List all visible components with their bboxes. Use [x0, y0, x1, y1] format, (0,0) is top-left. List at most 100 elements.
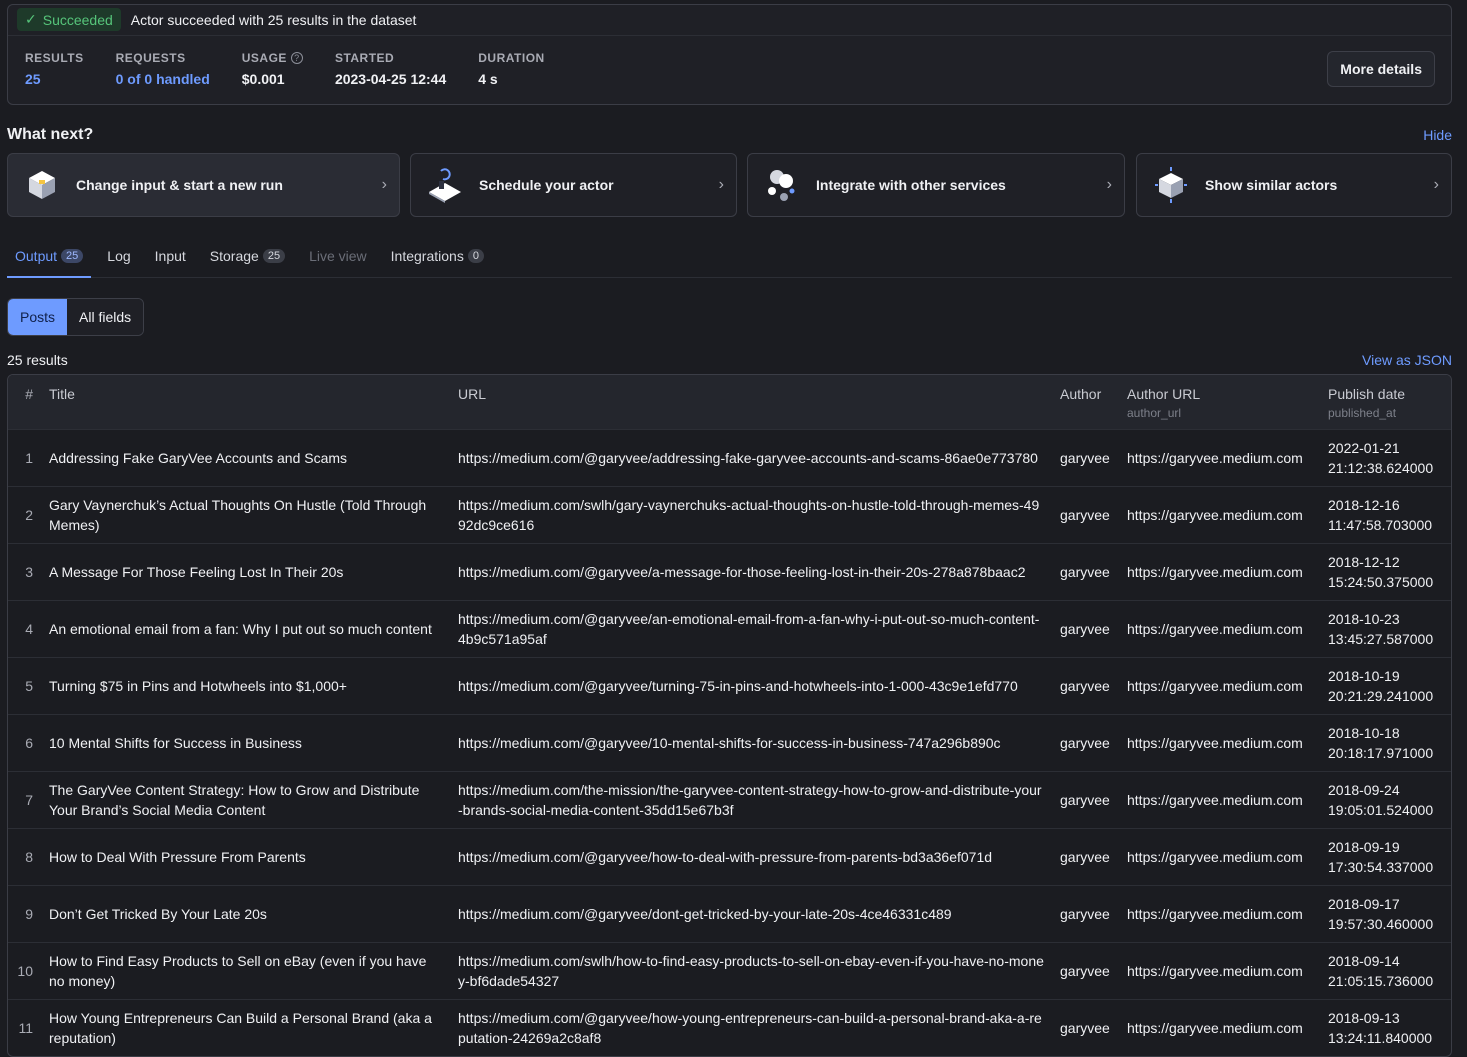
tab-log[interactable]: Log — [99, 238, 138, 278]
publish-date-time: 11:47:58.703000 — [1328, 516, 1433, 533]
publish-date-day: 2018-10-18 — [1328, 724, 1400, 741]
stat-label: USAGE — [241, 51, 287, 65]
chevron-right-icon: › — [381, 176, 387, 193]
tab-label: Output — [15, 248, 58, 264]
table-row[interactable]: 11 How Young Entrepreneurs Can Build a Pe… — [8, 998, 1451, 1056]
card-label: Integrate with other services — [816, 177, 1006, 193]
cell-author: garyvee — [1052, 941, 1119, 999]
stat-started: STARTED 2023-04-25 12:44 — [335, 51, 446, 87]
table-row[interactable]: 9 Don’t Get Tricked By Your Late 20s https… — [8, 884, 1451, 942]
table-row[interactable]: 4 An emotional email from a fan: Why I pu… — [8, 599, 1451, 657]
schedule-icon — [427, 167, 463, 203]
cell-publish-date: 2018-09-14 21:05:15.736000 — [1320, 941, 1451, 999]
row-index: 8 — [8, 827, 41, 885]
run-summary-card: ✓ Succeeded Actor succeeded with 25 resu… — [7, 4, 1452, 105]
cell-title: How to Deal With Pressure From Parents — [41, 827, 450, 885]
table-row[interactable]: 6 10 Mental Shifts for Success in Busines… — [8, 713, 1451, 771]
cell-publish-date: 2018-10-18 20:18:17.971000 — [1320, 713, 1451, 771]
publish-date-day: 2018-09-19 — [1328, 838, 1400, 855]
cell-title: An emotional email from a fan: Why I put… — [41, 599, 450, 657]
status-message: Actor succeeded with 25 results in the d… — [130, 11, 417, 28]
table-row[interactable]: 1 Addressing Fake GaryVee Accounts and Sc… — [8, 428, 1451, 486]
check-icon: ✓ — [25, 11, 37, 27]
status-text: Succeeded — [42, 11, 113, 28]
column-header-author[interactable]: Author — [1052, 375, 1119, 429]
stat-label-usage: USAGE ? — [242, 51, 303, 65]
run-stats: RESULTS 25 REQUESTS 0 of 0 handled USAGE… — [25, 51, 577, 87]
cell-author: garyvee — [1052, 599, 1119, 657]
publish-date-time: 13:24:11.840000 — [1328, 1029, 1433, 1046]
cell-author-url: https://garyvee.medium.com — [1119, 941, 1320, 999]
tab-input[interactable]: Input — [147, 238, 194, 278]
schedule-actor-card[interactable]: Schedule your actor › — [410, 153, 737, 217]
publish-date-time: 20:18:17.971000 — [1328, 744, 1434, 761]
tab-storage[interactable]: Storage 25 — [202, 238, 293, 278]
publish-date-time: 21:05:15.736000 — [1328, 972, 1434, 989]
cell-publish-date: 2022-01-21 21:12:38.624000 — [1320, 428, 1451, 486]
what-next-cards: Change input & start a new run › Schedul… — [7, 153, 1452, 217]
help-icon[interactable]: ? — [290, 52, 303, 64]
more-details-button[interactable]: More details — [1327, 51, 1435, 87]
stat-label: DURATION — [478, 51, 545, 65]
tab-label: Integrations — [390, 248, 464, 264]
cell-author-url: https://garyvee.medium.com — [1119, 485, 1320, 543]
tab-label: Storage — [209, 248, 259, 264]
publish-date-time: 13:45:27.587000 — [1328, 630, 1434, 647]
tab-label: Log — [107, 248, 131, 264]
cell-publish-date: 2018-12-12 15:24:50.375000 — [1320, 542, 1451, 600]
requests-link[interactable]: 0 of 0 handled — [116, 71, 210, 87]
table-row[interactable]: 8 How to Deal With Pressure From Parents h… — [8, 827, 1451, 885]
column-header-author-url[interactable]: Author URL author_url — [1119, 375, 1320, 429]
row-index: 4 — [8, 599, 41, 657]
publish-date-day: 2018-10-23 — [1328, 610, 1400, 627]
stat-value: 2023-04-25 12:44 — [334, 71, 447, 87]
cell-publish-date: 2018-09-17 19:57:30.460000 — [1320, 884, 1451, 942]
table-row[interactable]: 3A Message For Those Feeling Lost In The… — [8, 542, 1451, 600]
cell-url: https://medium.com/@garyvee/addressing-f… — [450, 428, 1052, 486]
column-header-publish-date[interactable]: Publish date published_at — [1320, 375, 1451, 429]
publish-date-time: 19:57:30.460000 — [1328, 915, 1434, 932]
similar-actors-card[interactable]: Show similar actors › — [1136, 153, 1452, 217]
tab-count-badge: 0 — [467, 249, 484, 263]
stat-value: 4 s — [478, 71, 498, 87]
results-link[interactable]: 25 — [25, 71, 84, 87]
chevron-right-icon: › — [1433, 176, 1439, 193]
cell-title: Addressing Fake GaryVee Accounts and Sca… — [41, 428, 450, 486]
all-fields-view-button[interactable]: All fields — [67, 299, 144, 335]
column-header-url[interactable]: URL — [450, 375, 1052, 429]
table-row[interactable]: 10 How to Find Easy Products to Sell on e… — [8, 941, 1451, 999]
integrate-services-card[interactable]: Integrate with other services › — [747, 153, 1125, 217]
tab-integrations[interactable]: Integrations 0 — [383, 238, 492, 278]
tab-output[interactable]: Output 25 — [7, 238, 92, 278]
publish-date-day: 2018-12-16 — [1328, 496, 1400, 513]
posts-view-button[interactable]: Posts — [8, 299, 68, 335]
cell-author: garyvee — [1052, 428, 1119, 486]
cell-publish-date: 2018-10-23 13:45:27.587000 — [1320, 599, 1451, 657]
row-index: 7 — [8, 770, 41, 828]
cell-url: https://medium.com/@garyvee/dont-get-tri… — [450, 884, 1052, 942]
cell-publish-date: 2018-09-19 17:30:54.337000 — [1320, 827, 1451, 885]
cell-author: garyvee — [1052, 713, 1119, 771]
hide-link[interactable]: Hide — [1423, 127, 1452, 143]
cell-author-url: https://garyvee.medium.com — [1119, 599, 1320, 657]
results-table: # Title URL Author Author URL author_url… — [7, 374, 1452, 1057]
view-as-json-link[interactable]: View as JSON — [1362, 352, 1452, 368]
row-index: 1 — [8, 428, 41, 486]
cell-title: How to Find Easy Products to Sell on eBa… — [41, 941, 450, 999]
row-index: 2 — [8, 485, 41, 543]
run-tabs: Output 25 Log Input Storage 25 Live view… — [7, 238, 1452, 278]
table-row[interactable]: 5 Turning $75 in Pins and Hotwheels into … — [8, 656, 1451, 714]
cell-author-url: https://garyvee.medium.com — [1119, 542, 1320, 600]
column-field-name: author_url — [1127, 406, 1182, 420]
publish-date-day: 2018-10-19 — [1328, 667, 1400, 684]
stat-requests: REQUESTS 0 of 0 handled — [116, 51, 210, 87]
table-row[interactable]: 2 Gary Vaynerchuk’s Actual Thoughts On Hu… — [8, 485, 1451, 543]
cell-url: https://medium.com/the-mission/the-garyv… — [450, 770, 1052, 828]
similar-actors-icon — [1153, 167, 1189, 203]
table-row[interactable]: 7 The GaryVee Content Strategy: How to Gr… — [8, 770, 1451, 828]
tab-label: Input — [154, 248, 186, 264]
cell-title: Don’t Get Tricked By Your Late 20s — [41, 884, 450, 942]
column-header-title[interactable]: Title — [41, 375, 450, 429]
change-input-card[interactable]: Change input & start a new run › — [7, 153, 400, 217]
publish-date-day: 2018-09-14 — [1328, 952, 1400, 969]
